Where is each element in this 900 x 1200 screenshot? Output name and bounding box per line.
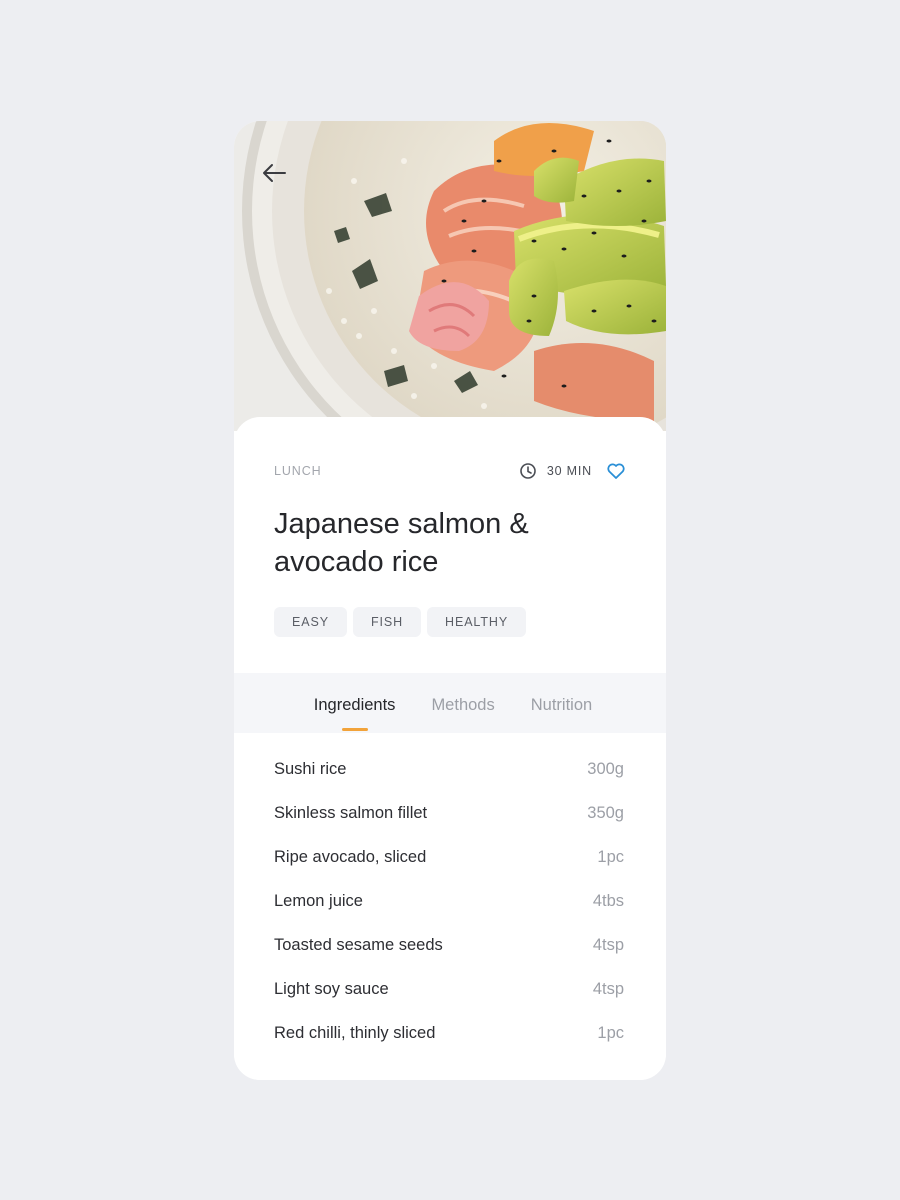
tag-fish[interactable]: FISH	[352, 607, 422, 637]
ingredient-row: Sushi rice 300g	[274, 747, 624, 791]
salmon-bowl-photo	[234, 121, 666, 431]
ingredient-qty: 300g	[587, 759, 624, 778]
recipe-details: LUNCH 30 MIN Japanese salmon & avocado r…	[234, 417, 666, 1080]
ingredient-row: Lemon juice 4tbs	[274, 879, 624, 923]
ingredient-name: Sushi rice	[274, 759, 347, 778]
clock-icon	[519, 462, 537, 480]
category-label: LUNCH	[274, 464, 322, 478]
recipe-card: LUNCH 30 MIN Japanese salmon & avocado r…	[234, 121, 666, 1080]
recipe-title: Japanese salmon & avocado rice	[274, 508, 529, 578]
back-button[interactable]	[258, 157, 290, 189]
cook-time: 30 MIN	[546, 464, 592, 478]
ingredient-qty: 4tsp	[592, 979, 624, 998]
ingredient-qty: 4tbs	[592, 891, 624, 910]
tab-nutrition[interactable]: Nutrition	[513, 673, 610, 733]
ingredient-name: Lemon juice	[274, 891, 363, 910]
ingredient-row: Light soy sauce 4tsp	[274, 967, 624, 1011]
meta-row: LUNCH 30 MIN	[274, 461, 626, 481]
tag-healthy[interactable]: HEALTHY	[427, 607, 527, 637]
tab-bar: Ingredients Methods Nutrition	[234, 673, 666, 733]
favorite-heart-icon[interactable]	[606, 461, 626, 481]
tab-methods[interactable]: Methods	[413, 673, 512, 733]
tag-list: EASY FISH HEALTHY	[274, 607, 532, 637]
ingredient-row: Ripe avocado, sliced 1pc	[274, 835, 624, 879]
ingredient-name: Toasted sesame seeds	[274, 935, 443, 954]
arrow-left-icon	[261, 162, 287, 184]
ingredient-name: Skinless salmon fillet	[274, 803, 428, 822]
ingredient-row: Skinless salmon fillet 350g	[274, 791, 624, 835]
ingredient-qty: 1pc	[597, 847, 624, 866]
meta-right: 30 MIN	[519, 461, 626, 481]
ingredient-row: Toasted sesame seeds 4tsp	[274, 923, 624, 967]
ingredient-list: Sushi rice 300g Skinless salmon fillet 3…	[274, 747, 624, 1055]
ingredient-row: Red chilli, thinly sliced 1pc	[274, 1011, 624, 1055]
ingredient-qty: 350g	[587, 803, 624, 822]
ingredient-qty: 1pc	[597, 1023, 624, 1042]
tab-ingredients[interactable]: Ingredients	[296, 673, 414, 733]
hero-image	[234, 121, 666, 431]
ingredient-qty: 4tsp	[592, 935, 624, 954]
ingredient-name: Light soy sauce	[274, 979, 389, 998]
tag-easy[interactable]: EASY	[274, 607, 347, 637]
ingredient-name: Red chilli, thinly sliced	[274, 1023, 436, 1042]
ingredient-name: Ripe avocado, sliced	[274, 847, 427, 866]
